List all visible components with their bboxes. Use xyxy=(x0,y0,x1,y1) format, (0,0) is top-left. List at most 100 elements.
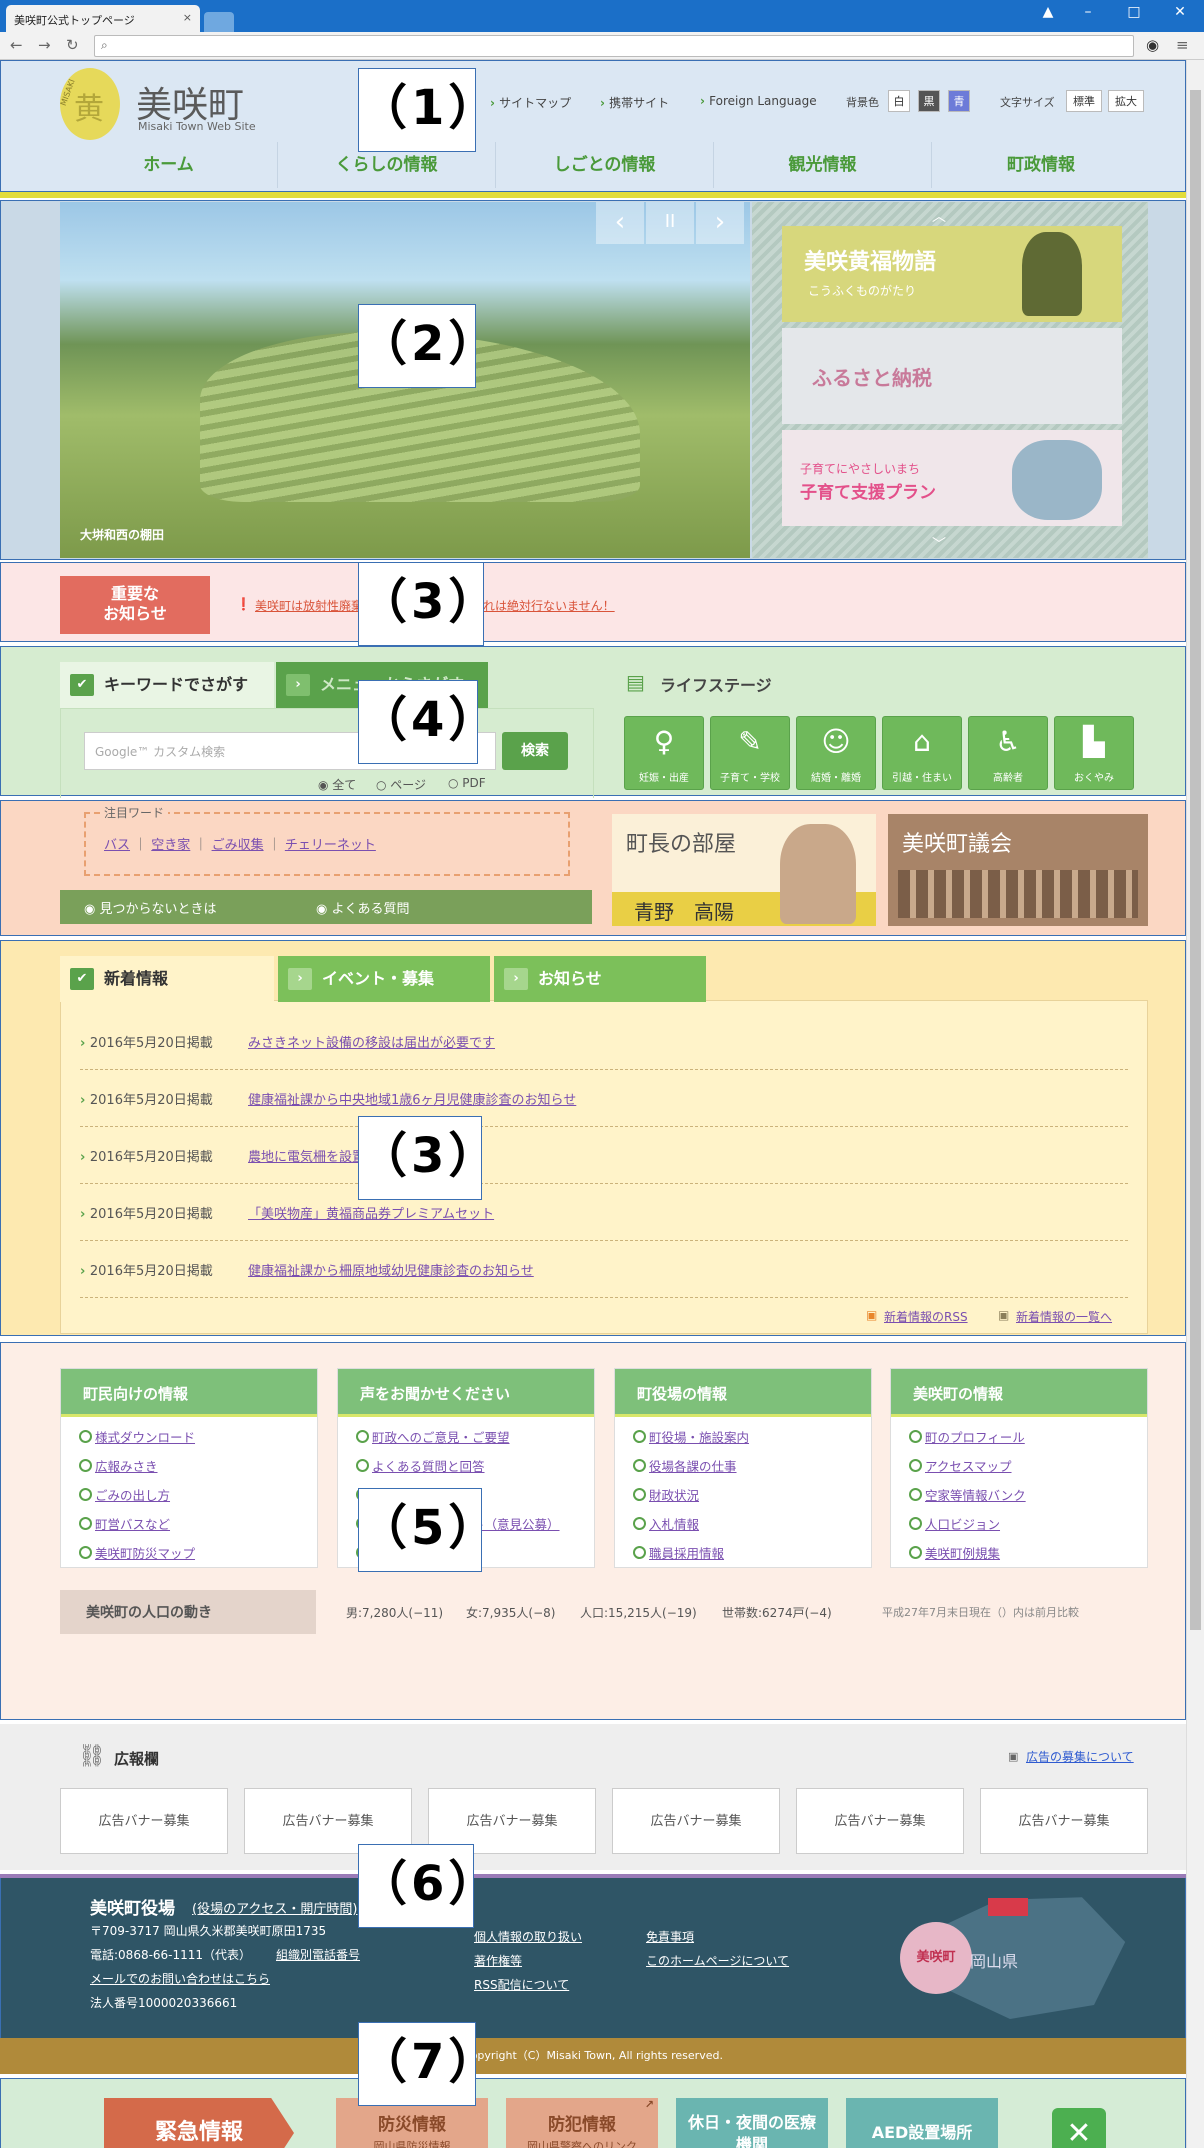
mobile-site-link[interactable]: 携帯サイト xyxy=(600,94,669,111)
faq-link[interactable]: ◉ よくある質問 xyxy=(316,898,410,917)
forward-icon[interactable]: → xyxy=(38,36,51,54)
minimize-icon[interactable]: – xyxy=(1070,0,1106,24)
tab-notices[interactable]: › お知らせ xyxy=(494,956,706,1002)
text-size-normal-button[interactable]: 標準 xyxy=(1066,90,1102,112)
tab-keyword-search[interactable]: ✔ キーワードでさがす xyxy=(60,662,274,708)
column-link[interactable]: ごみの出し方 xyxy=(79,1485,317,1504)
lifestage-pregnancy[interactable]: ♀ 妊娠・出産 xyxy=(624,716,704,790)
slide-prev-button[interactable]: ‹ xyxy=(596,202,644,244)
banner-koufuku[interactable]: 美咲黄福物語 こうふくものがたり xyxy=(782,226,1122,322)
office-access-link[interactable]: (役場のアクセス・開庁時間) xyxy=(192,1898,358,1917)
reload-icon[interactable]: ↻ xyxy=(66,36,79,54)
ads-about-link[interactable]: 広告の募集について xyxy=(1026,1748,1134,1765)
council-banner[interactable]: 美咲町議会 xyxy=(888,814,1148,926)
profile-icon[interactable]: ▲ xyxy=(1030,0,1066,24)
tab-news[interactable]: ✔ 新着情報 xyxy=(60,956,274,1002)
news-link[interactable]: 「美咲物産」黄福商品券プレミアムセット xyxy=(248,1203,494,1222)
column-link[interactable]: 美咲町例規集 xyxy=(909,1543,1147,1562)
column-link[interactable]: 職員採用情報 xyxy=(633,1543,871,1562)
nav-business[interactable]: しごとの情報 xyxy=(496,142,714,188)
column-link[interactable]: 美咲町防災マップ xyxy=(79,1543,317,1562)
radio-pdf[interactable]: ○ PDF xyxy=(448,776,486,790)
lifestage-condolence[interactable]: ▙ おくやみ xyxy=(1054,716,1134,790)
new-tab-button[interactable] xyxy=(204,12,234,32)
close-emergency-button[interactable]: ✕ xyxy=(1052,2108,1106,2148)
column-link[interactable]: 空家等情報バンク xyxy=(909,1485,1147,1504)
not-found-link[interactable]: ◉ 見つからないときは xyxy=(84,898,217,917)
attention-word-cherrynet[interactable]: チェリーネット xyxy=(285,838,376,853)
tab-close-icon[interactable]: × xyxy=(183,11,192,24)
page-scrollbar[interactable] xyxy=(1186,60,1204,2148)
footer-disclaimer-link[interactable]: 免責事項 xyxy=(646,1928,694,1945)
slide-pause-button[interactable]: II xyxy=(646,202,694,244)
column-link[interactable]: 町営バスなど xyxy=(79,1514,317,1533)
column-link[interactable]: 広報みさき xyxy=(79,1456,317,1475)
ad-banner[interactable]: 広告バナー募集 xyxy=(60,1788,228,1854)
footer-copyright-link[interactable]: 著作権等 xyxy=(474,1952,522,1969)
carousel-up-icon[interactable]: ︿ xyxy=(932,206,946,226)
radio-all-label: 全て xyxy=(332,778,357,792)
ad-banner[interactable]: 広告バナー募集 xyxy=(980,1788,1148,1854)
lifestage-marriage[interactable]: ☺ 結婚・離婚 xyxy=(796,716,876,790)
ad-banner[interactable]: 広告バナー募集 xyxy=(612,1788,780,1854)
sitemap-link[interactable]: サイトマップ xyxy=(490,94,571,111)
text-size-large-button[interactable]: 拡大 xyxy=(1108,90,1144,112)
footer-about-link[interactable]: このホームページについて xyxy=(646,1952,789,1969)
lifestage-elderly-label: 高齢者 xyxy=(993,773,1023,784)
lifestage-elderly[interactable]: ♿ 高齢者 xyxy=(968,716,1048,790)
bg-white-button[interactable]: 白 xyxy=(888,90,910,112)
lifestage-moving[interactable]: ⌂ 引越・住まい xyxy=(882,716,962,790)
contact-link[interactable]: メールでのお問い合わせはこちら xyxy=(90,1970,270,1987)
bg-black-button[interactable]: 黒 xyxy=(918,90,940,112)
search-button[interactable]: 検索 xyxy=(502,732,568,770)
column-link[interactable]: 財政状況 xyxy=(633,1485,871,1504)
ad-banner[interactable]: 広告バナー募集 xyxy=(796,1788,964,1854)
scrollbar-thumb[interactable] xyxy=(1190,90,1201,1630)
address-bar[interactable]: ⌕ xyxy=(94,35,1134,57)
column-link[interactable]: よくある質問と回答 xyxy=(356,1456,594,1475)
slide-next-button[interactable]: › xyxy=(696,202,744,244)
dept-phone-link[interactable]: 組織別電話番号 xyxy=(276,1946,360,1963)
nav-government[interactable]: 町政情報 xyxy=(932,142,1150,188)
banner-furusato-nouzei[interactable]: ふるさと納税 xyxy=(782,328,1122,424)
attention-word-akiya[interactable]: 空き家 xyxy=(151,838,190,853)
news-link[interactable]: 健康福祉課から柵原地域幼児健康診査のお知らせ xyxy=(248,1260,534,1279)
close-window-icon[interactable]: ✕ xyxy=(1162,0,1198,24)
news-rss-link[interactable]: 新着情報のRSS xyxy=(884,1308,968,1325)
maximize-icon[interactable]: □ xyxy=(1116,0,1152,24)
browser-tab[interactable]: 美咲町公式トップページ × xyxy=(6,5,200,32)
extension-icon[interactable]: ◉ xyxy=(1146,36,1159,54)
column-link[interactable]: 入札情報 xyxy=(633,1514,871,1533)
town-logo[interactable]: 黄 MISAKI xyxy=(59,68,120,140)
emergency-medical-button[interactable]: 休日・夜間の医療機関 xyxy=(676,2098,828,2148)
column-link[interactable]: 役場各課の仕事 xyxy=(633,1456,871,1475)
lifestage-childcare[interactable]: ✎ 子育て・学校 xyxy=(710,716,790,790)
back-icon[interactable]: ← xyxy=(10,36,23,54)
column-link[interactable]: 町のプロフィール xyxy=(909,1427,1147,1446)
banner-kosodate[interactable]: 子育てにやさしいまち 子育て支援プラン xyxy=(782,430,1122,526)
footer-rss-link[interactable]: RSS配信について xyxy=(474,1976,569,1993)
column-link[interactable]: 町役場・施設案内 xyxy=(633,1427,871,1446)
column-link[interactable]: 人口ビジョン xyxy=(909,1514,1147,1533)
emergency-crime-button[interactable]: 防犯情報 岡山県警察へのリンク ↗ xyxy=(506,2098,658,2148)
news-list-link[interactable]: 新着情報の一覧へ xyxy=(1016,1308,1112,1325)
radio-page[interactable]: ○ ページ xyxy=(376,776,426,793)
bg-blue-button[interactable]: 青 xyxy=(948,90,970,112)
column-link[interactable]: 町政へのご意見・ご要望 xyxy=(356,1427,594,1446)
radio-all[interactable]: ◉ 全て xyxy=(318,776,356,793)
mayor-room-banner[interactable]: 町長の部屋 青野 高陽 xyxy=(612,814,876,926)
menu-icon[interactable]: ≡ xyxy=(1176,36,1189,54)
column-link[interactable]: アクセスマップ xyxy=(909,1456,1147,1475)
carousel-down-icon[interactable]: ﹀ xyxy=(932,534,946,554)
footer-privacy-link[interactable]: 個人情報の取り扱い xyxy=(474,1928,582,1945)
attention-word-bus[interactable]: バス xyxy=(104,838,130,853)
column-link[interactable]: 様式ダウンロード xyxy=(79,1427,317,1446)
foreign-language-link[interactable]: Foreign Language xyxy=(700,94,816,108)
attention-word-garbage[interactable]: ごみ収集 xyxy=(212,838,264,853)
tab-events[interactable]: › イベント・募集 xyxy=(278,956,490,1002)
emergency-aed-button[interactable]: AED設置場所 xyxy=(846,2098,998,2148)
news-link[interactable]: 健康福祉課から中央地域1歳6ヶ月児健康診査のお知らせ xyxy=(248,1089,576,1108)
news-link[interactable]: みさきネット設備の移設は届出が必要です xyxy=(248,1032,495,1051)
nav-tourism[interactable]: 観光情報 xyxy=(714,142,932,188)
nav-home[interactable]: ホーム xyxy=(60,142,278,188)
